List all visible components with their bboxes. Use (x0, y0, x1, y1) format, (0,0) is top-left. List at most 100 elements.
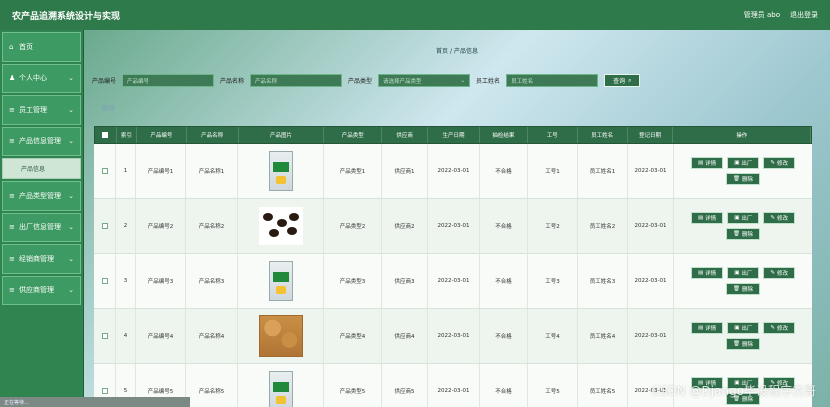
chevron-down-icon: ⌄ (68, 286, 74, 295)
cell-employee-no: 工号4 (528, 309, 578, 363)
cell-employee-no: 工号1 (528, 144, 578, 198)
edit-button[interactable]: ✎ 修改 (763, 267, 796, 279)
sidebar-item-products[interactable]: ≡ 产品信息管理 ⌄ (2, 126, 81, 156)
cell-inspection-result: 不合格 (480, 364, 528, 407)
bulk-delete-button[interactable]: 删除 (102, 102, 115, 112)
sidebar-item-employees[interactable]: ≡ 员工管理 ⌄ (2, 95, 81, 125)
sidebar-subitem-product-info[interactable]: 产品信息 (2, 158, 81, 179)
product-image[interactable] (268, 371, 293, 407)
cell-supplier: 供应商4 (382, 309, 428, 363)
sidebar-item-product-types[interactable]: ≡ 产品类型管理 ⌄ (2, 181, 81, 211)
cell-register-date: 2022-03-01 (628, 254, 674, 308)
delete-button[interactable]: 🗑 删除 (726, 283, 760, 295)
cell-register-date: 2022-03-01 (628, 309, 674, 363)
cell-register-date: 2022-03-01 (628, 144, 674, 198)
trash-icon: 🗑 (733, 286, 740, 292)
product-image[interactable] (258, 207, 303, 245)
logout-link[interactable]: 退出登录 (790, 10, 818, 20)
table-row: 3 产品编号3 产品名称3 产品类型3 供应商3 2022-03-01 不合格 工号3 员工姓名… (94, 254, 812, 309)
cell-employee-name: 员工姓名1 (578, 144, 628, 198)
search-icon: ⌕ (628, 76, 632, 84)
cell-index: 4 (116, 309, 136, 363)
current-user[interactable]: 管理员 abo (744, 10, 780, 20)
edit-button[interactable]: ✎ 修改 (763, 157, 796, 169)
sidebar-item-profile[interactable]: ♟ 个人中心 ⌄ (2, 63, 81, 93)
truck-icon: ▣ (734, 215, 740, 221)
employee-label: 员工姓名 (476, 78, 501, 85)
chevron-down-icon: ⌄ (68, 223, 74, 232)
delete-button[interactable]: 🗑 删除 (726, 338, 760, 350)
cell-production-date: 2022-03-01 (428, 144, 480, 198)
cell-actions: ▤ 详情 ▣ 出厂 ✎ 修改 🗑 删除 (674, 199, 812, 253)
menu-icon: ≡ (9, 286, 15, 295)
breadcrumb-home[interactable]: 首页 (436, 48, 448, 55)
header-employee-name: 员工姓名 (578, 127, 628, 143)
cell-production-date: 2022-03-01 (428, 254, 480, 308)
header-actions: 操作 (673, 127, 812, 143)
ship-button[interactable]: ▣ 出厂 (727, 322, 760, 334)
cell-actions: ▤ 详情 ▣ 出厂 ✎ 修改 🗑 删除 (674, 144, 812, 198)
code-input[interactable]: 产品编号 (122, 74, 215, 87)
code-label: 产品编号 (92, 78, 117, 85)
cell-production-date: 2022-03-01 (428, 309, 480, 363)
row-checkbox[interactable] (101, 388, 108, 394)
cell-supplier: 供应商5 (382, 364, 428, 407)
header-type: 产品类型 (324, 127, 383, 143)
cell-name: 产品名称1 (186, 144, 238, 198)
ship-button[interactable]: ▣ 出厂 (727, 212, 760, 224)
cell-code: 产品编号2 (136, 199, 186, 253)
cell-actions: ▤ 详情 ▣ 出厂 ✎ 修改 🗑 删除 (674, 254, 812, 308)
status-bar: 正在等待... (0, 397, 190, 407)
detail-button[interactable]: ▤ 详情 (690, 322, 724, 334)
row-checkbox[interactable] (101, 168, 108, 174)
chevron-down-icon: ⌄ (68, 137, 74, 146)
delete-button[interactable]: 🗑 删除 (726, 228, 760, 240)
type-select[interactable]: 请选择产品类型 ⌄ (378, 74, 471, 87)
top-bar: 农产品追溯系统设计与实现 管理员 abo 退出登录 (0, 0, 830, 30)
sidebar-item-suppliers[interactable]: ≡ 供应商管理 ⌄ (2, 275, 81, 305)
detail-button[interactable]: ▤ 详情 (690, 212, 724, 224)
cell-index: 1 (116, 144, 136, 198)
chevron-down-icon: ⌄ (68, 191, 74, 200)
cell-employee-no: 工号3 (528, 254, 578, 308)
cell-index: 3 (116, 254, 136, 308)
cell-type: 产品类型5 (324, 364, 382, 407)
cell-code: 产品编号4 (136, 309, 186, 363)
truck-icon: ▣ (734, 325, 740, 331)
cell-image (238, 309, 324, 363)
doc-icon: ▤ (697, 215, 704, 221)
cell-employee-no: 工号2 (528, 199, 578, 253)
edit-button[interactable]: ✎ 修改 (763, 212, 796, 224)
cell-type: 产品类型1 (324, 144, 382, 198)
watermark: CSDN @Django毕设程序杰哥 (651, 384, 816, 398)
row-checkbox[interactable] (101, 333, 108, 339)
truck-icon: ▣ (734, 160, 740, 166)
cell-employee-name: 员工姓名2 (578, 199, 628, 253)
search-button[interactable]: 查询 ⌕ (604, 74, 641, 87)
sidebar-item-shipments[interactable]: ≡ 出厂信息管理 ⌄ (2, 212, 81, 242)
detail-button[interactable]: ▤ 详情 (690, 157, 724, 169)
cell-supplier: 供应商2 (382, 199, 428, 253)
edit-button[interactable]: ✎ 修改 (763, 322, 796, 334)
ship-button[interactable]: ▣ 出厂 (727, 157, 760, 169)
product-image[interactable] (258, 315, 303, 357)
sidebar-item-home[interactable]: ⌂ 首页 (2, 32, 81, 62)
main-content: 首页 / 产品信息 产品编号 产品编号 产品名称 产品名称 产品类型 请选择产品… (84, 30, 830, 407)
employee-input[interactable]: 员工姓名 (506, 74, 599, 87)
row-checkbox[interactable] (101, 223, 108, 229)
row-checkbox[interactable] (101, 278, 108, 284)
select-all-checkbox[interactable] (102, 132, 109, 138)
header-index: 索引 (117, 127, 137, 143)
product-image[interactable] (268, 151, 293, 191)
sidebar-item-dealers[interactable]: ≡ 经销商管理 ⌄ (2, 244, 81, 274)
product-image[interactable] (268, 261, 293, 301)
cell-name: 产品名称4 (186, 309, 238, 363)
delete-button[interactable]: 🗑 删除 (726, 173, 760, 185)
ship-button[interactable]: ▣ 出厂 (727, 267, 760, 279)
trash-icon: 🗑 (733, 341, 740, 347)
header-production-date: 生产日期 (428, 127, 480, 143)
detail-button[interactable]: ▤ 详情 (690, 267, 724, 279)
home-icon: ⌂ (9, 42, 14, 51)
cell-code: 产品编号1 (136, 144, 186, 198)
name-input[interactable]: 产品名称 (250, 74, 343, 87)
